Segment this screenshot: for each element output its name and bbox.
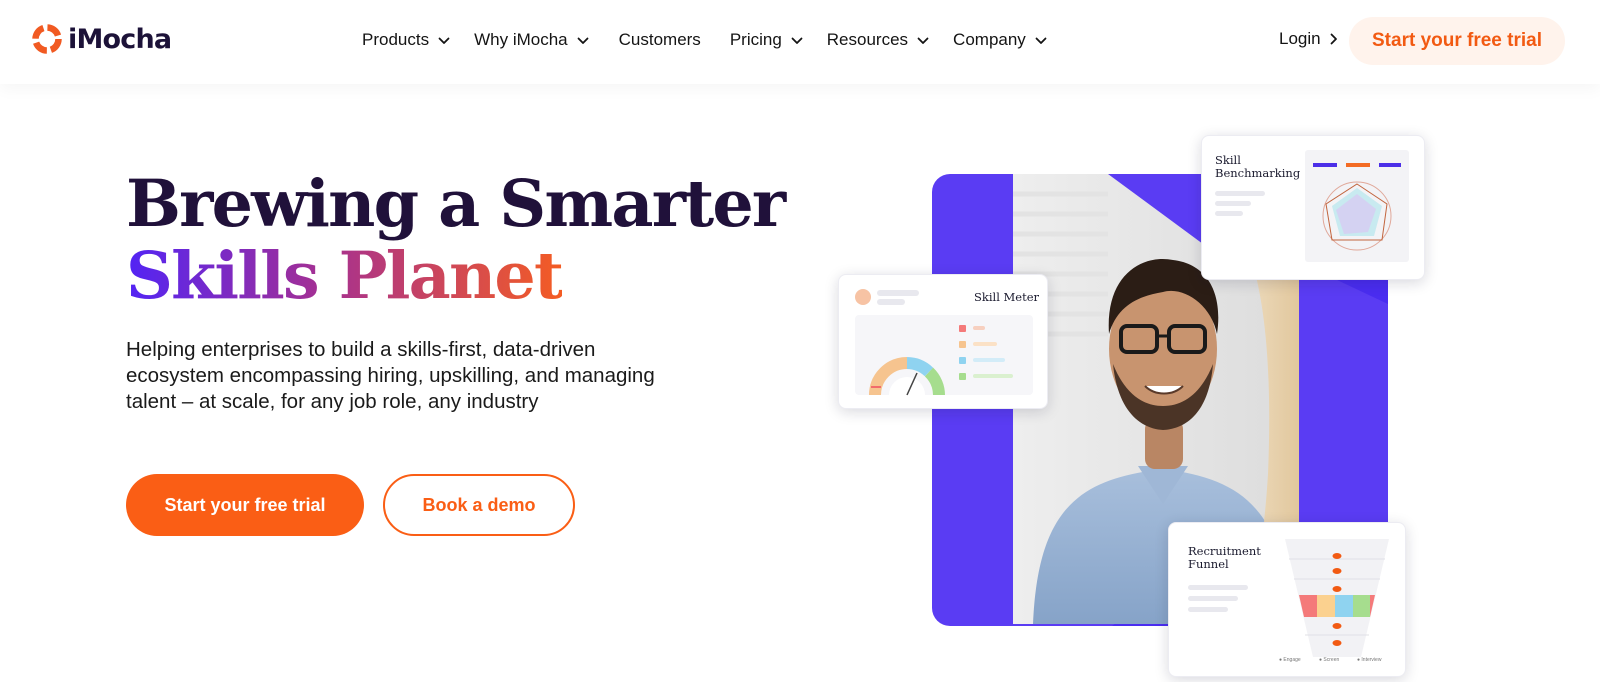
placeholder-line	[973, 326, 985, 330]
placeholder-line	[877, 299, 905, 305]
chevron-down-icon	[577, 37, 589, 44]
imocha-logo[interactable]: iMocha	[30, 22, 172, 56]
chevron-down-icon	[1035, 37, 1047, 44]
nav-item-pricing[interactable]: Pricing	[730, 30, 803, 50]
funnel-legend-engage: ● Engage	[1279, 657, 1301, 663]
main-nav: Products Why iMocha Customers Pricing Re…	[362, 30, 1047, 50]
hero-description: Helping enterprises to build a skills-fi…	[126, 338, 655, 413]
legend-dot	[959, 325, 966, 332]
placeholder-line	[973, 374, 1013, 378]
header-free-trial-button[interactable]: Start your free trial	[1349, 17, 1565, 65]
nav-item-label: Resources	[826, 30, 909, 49]
avatar-dot	[855, 289, 871, 305]
chevron-down-icon	[438, 37, 450, 44]
legend-bar	[1346, 163, 1370, 167]
nav-item-customers[interactable]: Customers	[619, 30, 701, 50]
gauge-icon	[869, 357, 945, 399]
radar-chart-icon	[1322, 181, 1392, 251]
nav-item-resources[interactable]: Resources	[827, 30, 929, 50]
chevron-right-icon	[1330, 33, 1337, 45]
placeholder-line	[877, 290, 919, 296]
nav-item-label: Why iMocha	[474, 30, 568, 49]
login-label: Login	[1279, 29, 1321, 48]
nav-item-label: Products	[362, 30, 430, 49]
funnel-legend-screen: ● Screen	[1319, 657, 1340, 663]
nav-item-label: Company	[953, 30, 1026, 49]
nav-item-company[interactable]: Company	[953, 30, 1047, 50]
placeholder-line	[1188, 596, 1238, 601]
recruitment-funnel-title: Recruitment Funnel	[1188, 544, 1261, 571]
legend-bar	[1313, 163, 1337, 167]
login-link[interactable]: Login	[1279, 29, 1338, 49]
nav-item-label: Pricing	[729, 30, 782, 49]
legend-dot	[959, 373, 966, 380]
placeholder-line	[973, 342, 997, 346]
book-demo-button[interactable]: Book a demo	[383, 474, 575, 536]
imocha-logo-icon	[32, 24, 62, 54]
logo-wordmark: iMocha	[68, 23, 172, 55]
legend-bar	[1379, 163, 1401, 167]
nav-item-label: Customers	[618, 30, 701, 49]
placeholder-line	[1188, 585, 1248, 590]
recruitment-funnel-card: Recruitment Funnel ● Engage ● Screen ● I…	[1168, 522, 1406, 677]
skill-meter-card: Skill Meter	[838, 274, 1048, 409]
placeholder-line	[1215, 191, 1265, 196]
chevron-down-icon	[917, 37, 929, 44]
skill-meter-title: Skill Meter	[974, 290, 1040, 304]
placeholder-line	[1215, 211, 1243, 216]
meter-panel	[855, 315, 1033, 399]
nav-item-products[interactable]: Products	[362, 30, 450, 50]
skill-benchmarking-title: Skill Benchmarking	[1215, 153, 1301, 180]
placeholder-line	[1188, 607, 1228, 612]
funnel-chart-icon	[1285, 539, 1389, 657]
legend-dot	[959, 341, 966, 348]
hero-title: Brewing a Smarter Skills Planet	[126, 166, 786, 314]
placeholder-line	[1215, 201, 1251, 206]
chevron-down-icon	[791, 37, 803, 44]
start-free-trial-button[interactable]: Start your free trial	[126, 474, 364, 536]
legend-dot	[959, 357, 966, 364]
hero-title-line1: Brewing a Smarter	[126, 166, 786, 242]
funnel-legend-interview: ● Interview	[1357, 657, 1382, 663]
hero-title-line2: Skills Planet	[126, 238, 564, 314]
placeholder-line	[973, 358, 1005, 362]
nav-item-why-imocha[interactable]: Why iMocha	[474, 30, 589, 50]
site-header: iMocha Products Why iMocha Customers Pri…	[0, 0, 1600, 84]
radar-panel	[1305, 150, 1409, 262]
skill-benchmarking-card: Skill Benchmarking	[1201, 135, 1425, 280]
